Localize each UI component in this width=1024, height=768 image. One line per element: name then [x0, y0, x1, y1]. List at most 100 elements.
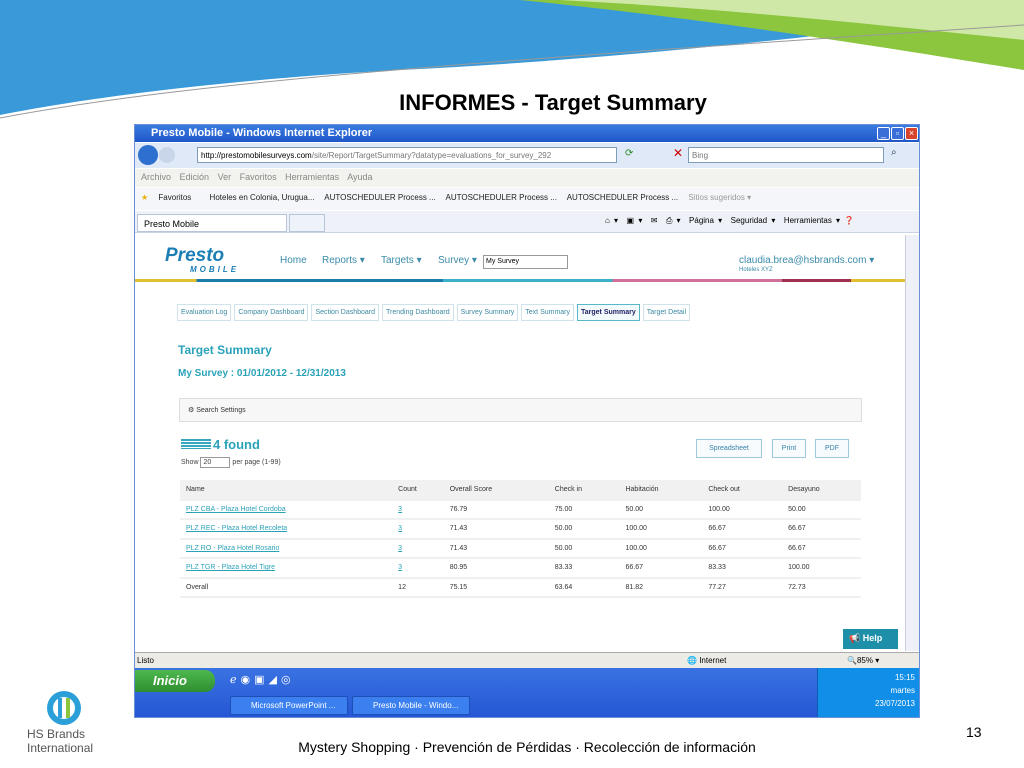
zoom-level[interactable]: 🔍85% ▾	[847, 656, 879, 665]
help-button[interactable]: 📢 Help	[843, 629, 898, 649]
tab-trending-dashboard[interactable]: Trending Dashboard	[382, 304, 454, 321]
menu-ayuda[interactable]: Ayuda	[347, 172, 372, 182]
safety-menu[interactable]: Seguridad ▾	[731, 216, 776, 225]
table-cell: PLZ RO - Plaza Hotel Rosario	[180, 538, 393, 559]
nav-targets[interactable]: Targets ▾	[381, 255, 422, 266]
table-cell: 100.00	[702, 499, 783, 520]
favorite-link[interactable]: Hoteles en Colonia, Urugua...	[210, 193, 315, 202]
table-cell: 100.00	[782, 558, 861, 579]
gear-icon: ⚙	[188, 407, 195, 414]
stop-icon[interactable]: ✕	[673, 146, 683, 160]
tab-presto-mobile[interactable]: Presto Mobile	[137, 214, 287, 232]
taskbar-presto-mobile[interactable]: Presto Mobile - Windo...	[352, 696, 470, 715]
table-row: PLZ TGR - Plaza Hotel Tigre 3 80.95 83.33 66…	[180, 558, 861, 579]
suggested-sites[interactable]: Sitios sugeridos ▾	[688, 193, 751, 202]
count-link[interactable]: 3	[398, 506, 402, 513]
count-link[interactable]: 3	[398, 564, 402, 571]
menu-edicion[interactable]: Edición	[180, 172, 210, 182]
target-name-link[interactable]: PLZ TGR - Plaza Hotel Tigre	[186, 564, 275, 571]
favorite-link[interactable]: AUTOSCHEDULER Process ...	[324, 193, 435, 202]
favorites-button[interactable]: ★ Favoritos	[141, 193, 199, 202]
forward-icon[interactable]	[159, 147, 175, 163]
tab-evaluation-log[interactable]: Evaluation Log	[177, 304, 232, 321]
table-cell: 3	[392, 558, 444, 579]
home-icon[interactable]: ⌂ ▾	[605, 216, 618, 225]
survey-select[interactable]: My Survey	[483, 255, 568, 269]
print-icon[interactable]: ⎙ ▾	[666, 216, 681, 225]
per-page-input[interactable]: 20	[200, 457, 231, 468]
column-header: Check out	[702, 480, 783, 501]
count-link[interactable]: 3	[398, 525, 402, 532]
user-menu[interactable]: claudia.brea@hsbrands.com ▾	[739, 255, 874, 266]
menu-herramientas[interactable]: Herramientas	[285, 172, 339, 182]
page-title: Target Summary	[178, 343, 272, 357]
browser-title-bar: Presto Mobile - Windows Internet Explore…	[135, 125, 919, 142]
table-cell: 72.73	[782, 577, 861, 598]
table-row: PLZ CBA - Plaza Hotel Cordoba 3 76.79 75.00…	[180, 499, 861, 520]
menu-ver[interactable]: Ver	[218, 172, 232, 182]
target-name-link[interactable]: PLZ CBA - Plaza Hotel Cordoba	[186, 506, 286, 513]
table-cell: 81.82	[619, 577, 703, 598]
pdf-button[interactable]: PDF	[815, 439, 849, 458]
tab-text-summary[interactable]: Text Summary	[521, 304, 575, 321]
nav-reports[interactable]: Reports ▾	[322, 255, 365, 266]
tab-section-dashboard[interactable]: Section Dashboard	[311, 304, 380, 321]
tab-target-summary[interactable]: Target Summary	[577, 304, 640, 321]
table-cell: 83.33	[548, 558, 620, 579]
new-tab-button[interactable]	[289, 214, 325, 232]
table-cell: 66.67	[702, 538, 783, 559]
column-header: Count	[392, 480, 444, 501]
help-icon[interactable]: ❓	[844, 216, 854, 225]
slide-title: INFORMES - Target Summary	[399, 90, 707, 115]
presto-logo-sub: MOBILE	[190, 265, 240, 274]
table-cell: 75.15	[443, 577, 549, 598]
table-cell: 100.00	[619, 538, 703, 559]
column-header: Overall Score	[443, 480, 549, 501]
tab-target-detail[interactable]: Target Detail	[642, 304, 691, 321]
page-number: 13	[966, 724, 982, 740]
target-summary-table: Name Count Overall Score Check in Habitación…	[180, 480, 861, 598]
page-menu[interactable]: Página ▾	[689, 216, 722, 225]
minimize-button[interactable]: _	[877, 127, 890, 140]
table-cell: 3	[392, 519, 444, 540]
count-link[interactable]: 3	[398, 545, 402, 552]
taskbar-powerpoint[interactable]: Microsoft PowerPoint ...	[230, 696, 348, 715]
start-button[interactable]: Inicio	[135, 670, 215, 692]
windows-taskbar: Inicio ℯ◉▣◢◎ Microsoft PowerPoint ... Pr…	[135, 668, 919, 717]
page-subtitle: My Survey : 01/01/2012 - 12/31/2013	[178, 368, 346, 379]
favorite-link[interactable]: AUTOSCHEDULER Process ...	[567, 193, 678, 202]
clock-day: martes	[890, 686, 915, 695]
system-tray: 15:15 martes 23/07/2013	[817, 668, 919, 717]
table-cell: 50.00	[782, 499, 861, 520]
search-settings-panel[interactable]: ⚙ Search Settings	[179, 398, 862, 422]
menu-favoritos[interactable]: Favoritos	[240, 172, 277, 182]
spreadsheet-button[interactable]: Spreadsheet	[696, 439, 762, 458]
tab-company-dashboard[interactable]: Company Dashboard	[234, 304, 309, 321]
target-name-link[interactable]: PLZ RO - Plaza Hotel Rosario	[186, 545, 279, 552]
feeds-icon[interactable]: ▣ ▾	[627, 216, 643, 225]
close-button[interactable]: ×	[905, 127, 918, 140]
back-icon[interactable]	[138, 145, 158, 165]
mail-icon[interactable]: ✉	[651, 216, 658, 225]
search-input[interactable]: Bing	[688, 147, 884, 163]
nav-home[interactable]: Home	[280, 255, 307, 266]
nav-survey[interactable]: Survey ▾	[438, 255, 477, 266]
table-cell: PLZ REC - Plaza Hotel Recoleta	[180, 519, 393, 540]
address-input[interactable]: http://prestomobilesurveys.com/site/Repo…	[197, 147, 617, 163]
table-cell: 71.43	[443, 538, 549, 559]
table-header-row: Name Count Overall Score Check in Habitación…	[180, 480, 861, 501]
search-icon[interactable]: ⌕	[891, 147, 897, 158]
table-cell: 66.67	[782, 538, 861, 559]
presto-logo[interactable]: Presto	[165, 245, 224, 267]
refresh-icon[interactable]: ⟳	[625, 148, 633, 159]
vertical-scrollbar[interactable]	[905, 235, 919, 651]
tools-menu[interactable]: Herramientas ▾	[784, 216, 840, 225]
tab-survey-summary[interactable]: Survey Summary	[456, 304, 519, 321]
quick-launch-icons[interactable]: ℯ◉▣◢◎	[230, 673, 295, 686]
target-name-link[interactable]: PLZ REC - Plaza Hotel Recoleta	[186, 525, 287, 532]
table-cell: PLZ TGR - Plaza Hotel Tigre	[180, 558, 393, 579]
menu-archivo[interactable]: Archivo	[141, 172, 171, 182]
maximize-button[interactable]: ▫	[891, 127, 904, 140]
print-button[interactable]: Print	[772, 439, 806, 458]
favorite-link[interactable]: AUTOSCHEDULER Process ...	[446, 193, 557, 202]
